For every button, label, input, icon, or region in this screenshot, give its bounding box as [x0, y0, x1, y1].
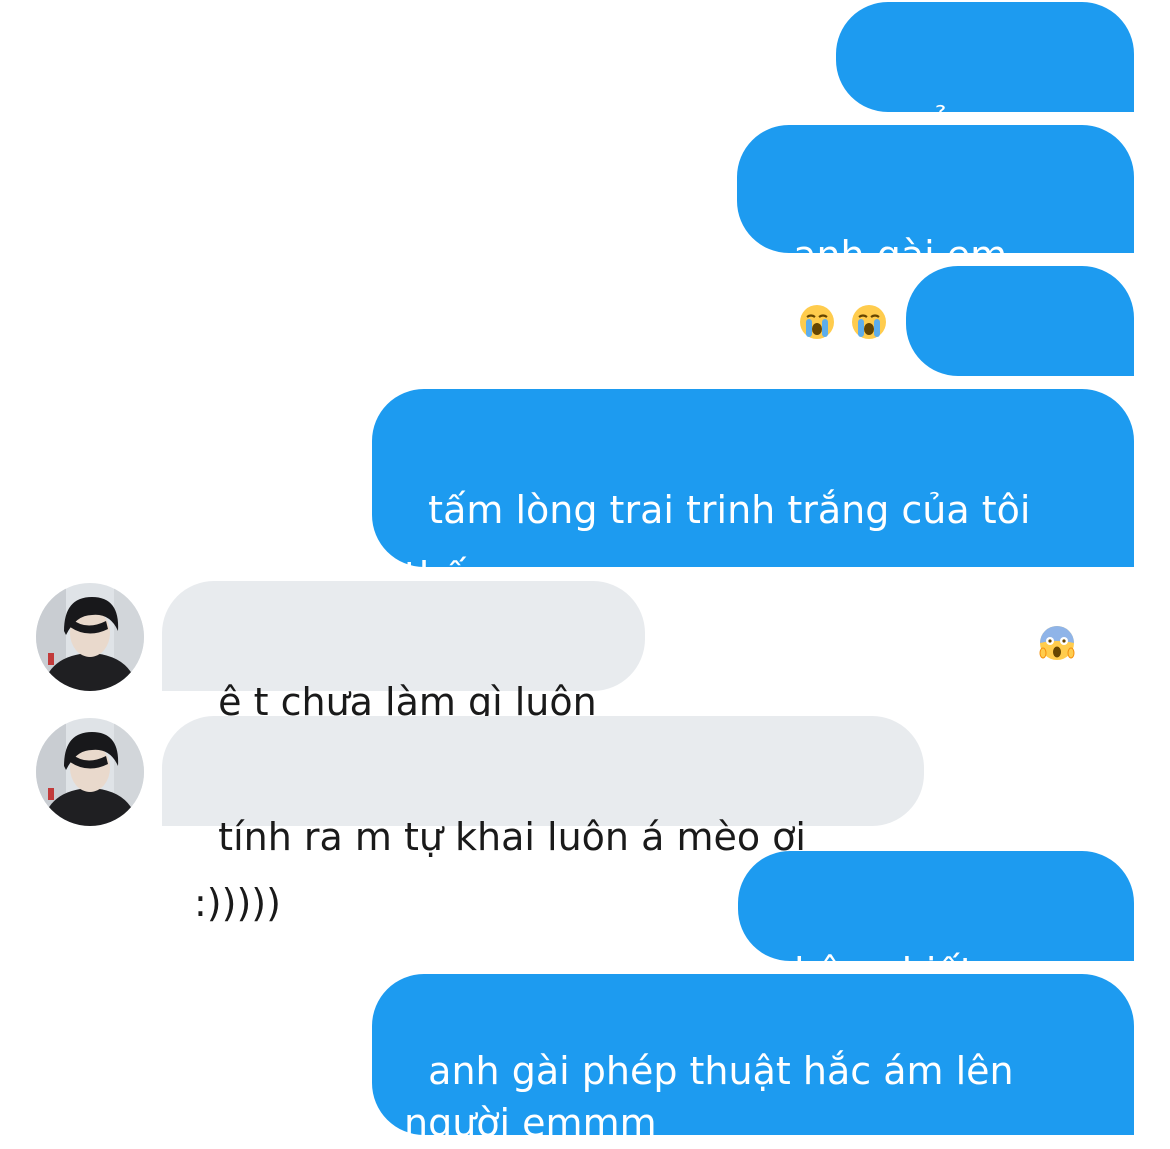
avatar[interactable] — [36, 718, 144, 826]
avatar-image — [36, 583, 144, 691]
face-screaming-in-fear-icon — [1039, 626, 1075, 660]
message-bubble-incoming[interactable]: ê t chưa làm gì luôn á — [162, 581, 645, 790]
message-bubble-outgoing[interactable]: tấm lòng trai trinh trắng của tôi thế mà… — [372, 389, 1134, 664]
message-bubble-outgoing[interactable]: ...ủa khoan? — [836, 2, 1134, 211]
loudly-crying-face-icon — [800, 305, 835, 339]
avatar-image — [36, 718, 144, 826]
message-text: anh gài phép thuật hắc ám lên người emmm — [404, 1049, 1014, 1145]
message-bubble-outgoing[interactable]: hông biết đâuuu — [738, 851, 1134, 1060]
message-bubble-incoming[interactable]: tính ra m tự khai luôn á mèo ơi :))))) — [162, 716, 924, 925]
message-bubble-outgoing[interactable]: anh gài em — [737, 125, 1134, 339]
message-bubble-outgoing[interactable]: anh gài phép thuật hắc ám lên người emmm — [372, 974, 1134, 1145]
message-text: tính ra m tự khai luôn á mèo ơi :))))) — [194, 815, 819, 925]
loudly-crying-face-icon — [852, 305, 887, 339]
message-bubble-outgoing[interactable]: arggggg — [906, 266, 1134, 475]
avatar[interactable] — [36, 583, 144, 691]
